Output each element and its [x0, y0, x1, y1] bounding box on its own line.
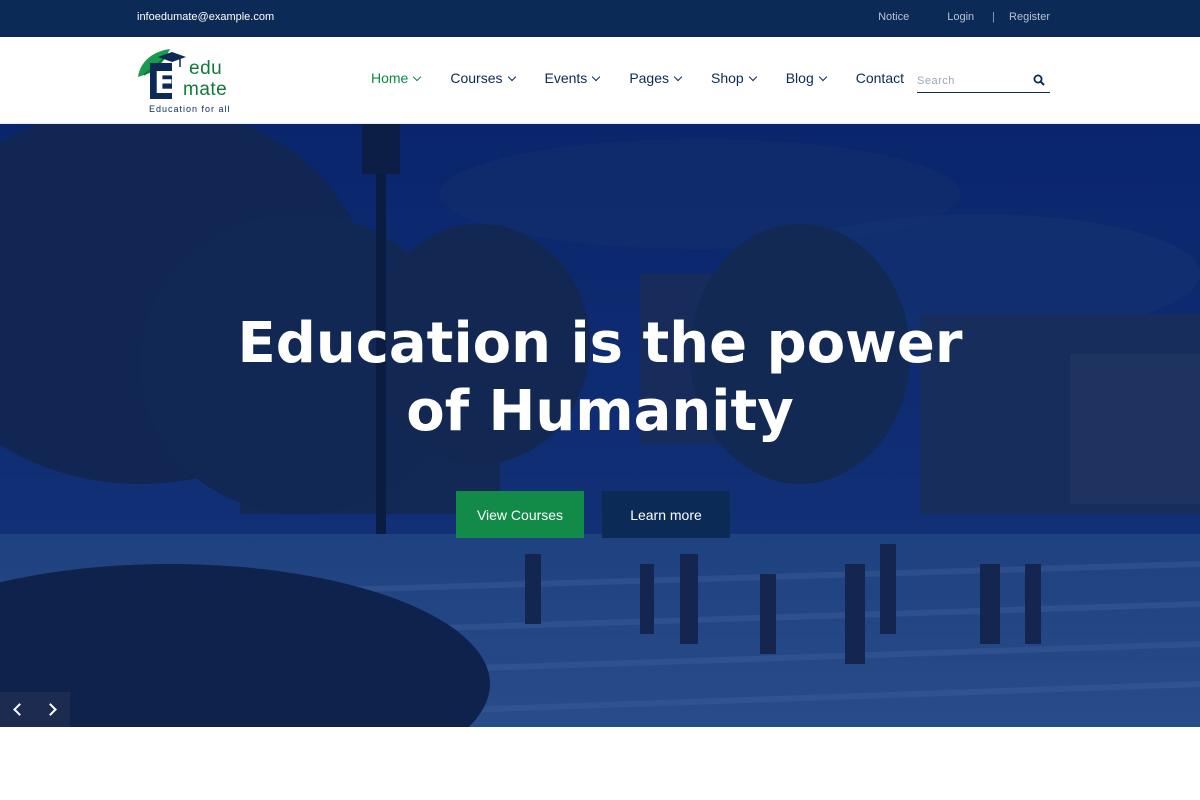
view-courses-button[interactable]: View Courses: [456, 491, 584, 538]
nav-item-label: Blog: [785, 70, 814, 86]
nav-item-pages[interactable]: Pages: [629, 70, 683, 86]
contact-email[interactable]: infoedumate@example.com: [137, 11, 274, 23]
chevron-down-icon: [673, 72, 683, 81]
nav-item-contact[interactable]: Contact: [856, 70, 904, 86]
login-link[interactable]: Login: [947, 11, 974, 23]
register-link[interactable]: Register: [1009, 11, 1050, 23]
nav-item-label: Contact: [855, 70, 904, 86]
nav-item-home[interactable]: Home: [371, 70, 422, 86]
search-box: [917, 71, 1050, 93]
chevron-down-icon: [507, 72, 516, 81]
chevron-down-icon: [818, 72, 827, 81]
hero-title: Education is the power of Humanity: [0, 310, 1200, 446]
nav-item-label: Courses: [450, 70, 503, 86]
chevron-left-icon: [13, 703, 26, 716]
nav-item-blog[interactable]: Blog: [785, 70, 827, 86]
top-bar: infoedumate@example.com Notice Login | R…: [0, 0, 1200, 37]
notice-link[interactable]: Notice: [878, 11, 909, 23]
nav-item-label: Pages: [629, 70, 670, 86]
nav-item-label: Shop: [711, 70, 744, 86]
nav-item-events[interactable]: Events: [544, 70, 601, 86]
slider-next-button[interactable]: [35, 692, 70, 727]
slider-arrows: [0, 692, 70, 727]
site-logo[interactable]: E edu mate Education for all: [136, 47, 256, 115]
nav-item-label: Events: [544, 70, 588, 86]
logo-mark-icon: E: [138, 49, 186, 101]
nav-item-shop[interactable]: Shop: [711, 70, 757, 86]
site-header: E edu mate Education for all Home Course…: [0, 37, 1200, 124]
slider-prev-button[interactable]: [0, 692, 35, 727]
logo-text-line1: edu: [189, 58, 223, 79]
logo-tagline: Education for all: [149, 104, 231, 114]
learn-more-button[interactable]: Learn more: [602, 491, 730, 538]
hero-slider: Education is the power of Humanity View …: [0, 124, 1200, 727]
nav-item-courses[interactable]: Courses: [450, 70, 516, 86]
logo-text-line2: mate: [183, 79, 228, 100]
chevron-down-icon: [748, 72, 757, 81]
chevron-down-icon: [413, 72, 422, 81]
hero-title-line1: Education is the power: [237, 311, 963, 376]
hero-title-line2: of Humanity: [406, 379, 794, 444]
nav-item-label: Home: [371, 70, 409, 86]
search-input[interactable]: [917, 72, 1022, 90]
main-nav: Home Courses Events Pages Shop Blog Cont…: [371, 70, 934, 86]
logo-letter: E: [154, 66, 175, 101]
chevron-right-icon: [44, 703, 57, 716]
top-links: Notice Login | Register: [878, 11, 1050, 23]
chevron-down-icon: [592, 72, 601, 81]
search-icon[interactable]: [1033, 74, 1045, 86]
top-links-separator: |: [992, 11, 996, 23]
